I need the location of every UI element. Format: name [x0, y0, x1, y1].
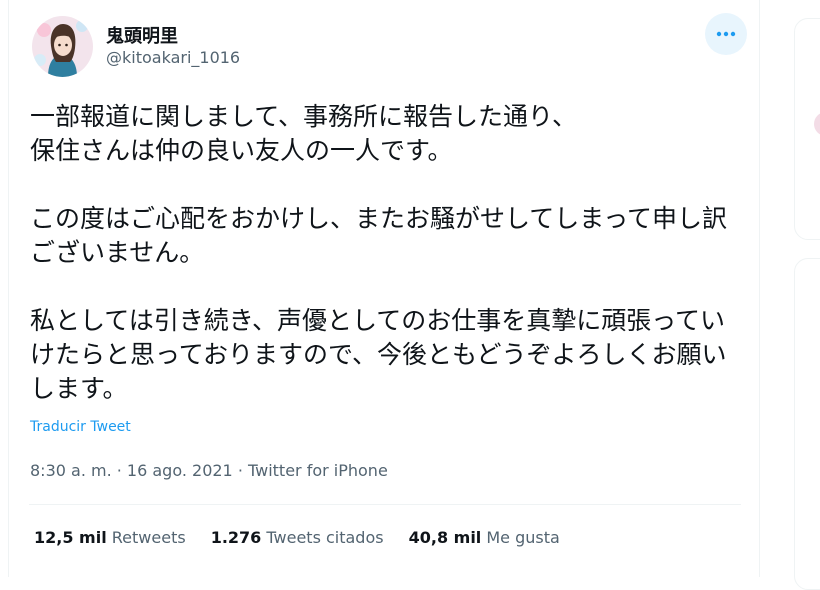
divider	[29, 504, 741, 505]
retweets-label: Retweets	[111, 528, 186, 547]
avatar-image	[32, 16, 93, 77]
more-options-button[interactable]	[705, 13, 747, 55]
sidebar-thumbnail	[814, 113, 820, 135]
user-handle[interactable]: @kitoakari_1016	[106, 48, 240, 67]
sidebar-card-top	[794, 18, 820, 240]
tweet-stats: 12,5 mil Retweets 1.276 Tweets citados 4…	[34, 528, 585, 547]
tweet-timestamp[interactable]: 8:30 a. m. · 16 ago. 2021 · Twitter for …	[30, 461, 388, 480]
retweets-stat[interactable]: 12,5 mil Retweets	[34, 528, 186, 547]
quote-tweets-label: Tweets citados	[266, 528, 384, 547]
avatar[interactable]	[32, 16, 93, 77]
display-name[interactable]: 鬼頭明里	[106, 22, 178, 48]
likes-stat[interactable]: 40,8 mil Me gusta	[409, 528, 560, 547]
quote-tweets-count: 1.276	[210, 528, 262, 547]
likes-count: 40,8 mil	[408, 528, 482, 547]
tweet-detail-panel: 鬼頭明里 @kitoakari_1016 一部報道に関しまして、事務所に報告した…	[8, 0, 760, 577]
tweet-text: 一部報道に関しまして、事務所に報告した通り、 保住さんは仲の良い友人の一人です。…	[30, 102, 728, 403]
translate-tweet-link[interactable]: Traducir Tweet	[30, 419, 131, 435]
sidebar-card-bottom	[794, 258, 820, 590]
more-horizontal-icon	[716, 31, 736, 37]
likes-label: Me gusta	[486, 528, 560, 547]
quote-tweets-stat[interactable]: 1.276 Tweets citados	[211, 528, 384, 547]
retweets-count: 12,5 mil	[34, 528, 107, 547]
